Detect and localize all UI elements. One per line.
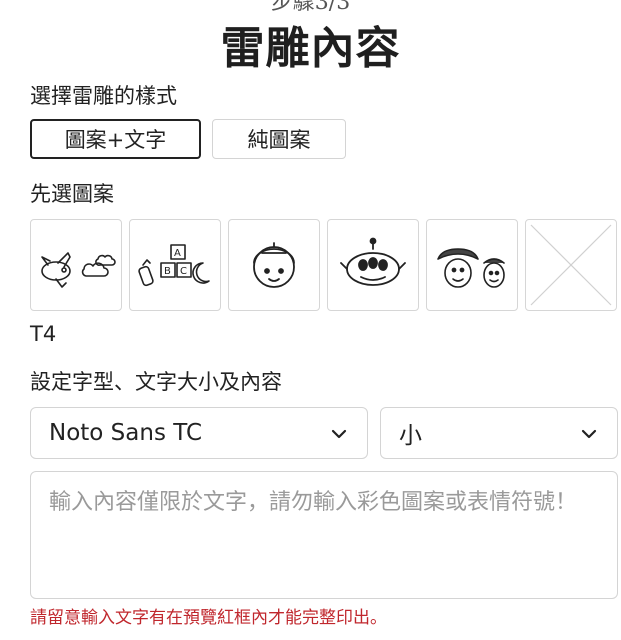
pattern-tile-alien[interactable] [327,219,419,311]
font-family-value: Noto Sans TC [49,420,203,446]
pattern-grid: A B C [30,219,617,311]
pattern-tile-airplane[interactable] [30,219,122,311]
page-title: 雷雕內容 [220,23,401,74]
svg-text:B: B [164,266,171,277]
astronaut-icon [253,242,295,288]
pattern-tile-astronaut[interactable] [228,219,320,311]
pattern-section-label: 先選圖案 [30,182,114,206]
pattern-tile-baby-blocks[interactable]: A B C [129,219,221,311]
font-size-select[interactable]: 小 [380,407,618,459]
style-option-pattern-only[interactable]: 純圖案 [212,119,346,159]
engraving-text-input[interactable]: 輸入內容僅限於文字，請勿輸入彩色圖案或表情符號！ [30,471,618,599]
svg-text:A: A [174,248,181,259]
no-pattern-icon [530,224,612,306]
svg-text:C: C [180,266,187,277]
chevron-down-icon [331,429,347,439]
chevron-down-icon [581,429,597,439]
woody-jessie-icon [437,248,505,288]
preview-warning-text: 請留意輸入文字有在預覽紅框內才能完整印出。 [30,608,387,628]
pattern-tile-woody-jessie[interactable] [426,219,518,311]
font-size-value: 小 [399,423,422,449]
selected-pattern-code: T4 [30,322,57,346]
font-section-label: 設定字型、文字大小及內容 [30,370,282,394]
style-option-text-and-pattern[interactable]: 圖案+文字 [30,119,201,159]
alien-icon [340,237,406,286]
engraving-text-placeholder: 輸入內容僅限於文字，請勿輸入彩色圖案或表情符號！ [49,490,578,515]
pattern-tile-none[interactable] [525,219,617,311]
font-family-select[interactable]: Noto Sans TC [30,407,368,459]
style-section-label: 選擇雷雕的樣式 [30,84,177,108]
baby-blocks-bottle-moon-icon: A B C [138,244,210,287]
airplane-clouds-icon [41,252,116,288]
